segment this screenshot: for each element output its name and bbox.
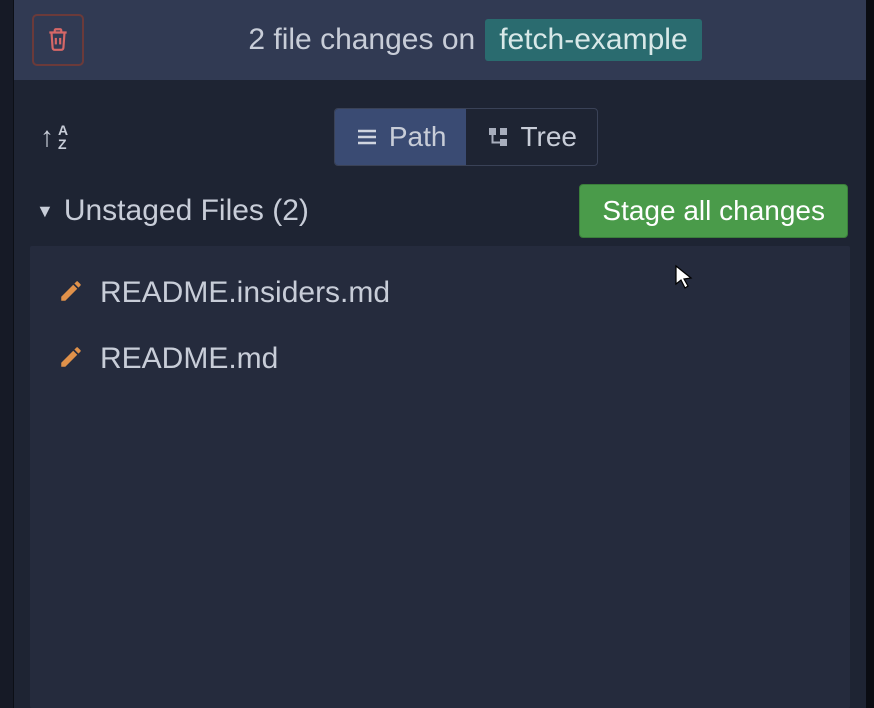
file-row[interactable]: README.insiders.md	[30, 260, 850, 326]
header-title: 2 file changes on fetch-example	[102, 19, 848, 61]
discard-all-button[interactable]	[32, 14, 84, 66]
changes-panel: 2 file changes on fetch-example ↑ A Z	[14, 0, 874, 708]
panel-header: 2 file changes on fetch-example	[14, 0, 866, 80]
sort-z-label: Z	[58, 137, 68, 151]
file-name: README.md	[100, 342, 278, 376]
sort-button[interactable]: ↑ A Z	[32, 115, 76, 159]
chevron-down-icon: ▼	[36, 201, 54, 222]
changes-count-text: 2 file changes on	[248, 23, 475, 57]
left-panel-strip	[0, 0, 14, 708]
pencil-icon	[58, 344, 84, 375]
trash-icon	[45, 25, 71, 56]
unstaged-section-title: Unstaged Files (2)	[64, 194, 309, 228]
file-name: README.insiders.md	[100, 276, 390, 310]
view-mode-toggle: Path Tree	[334, 108, 598, 166]
tree-icon	[486, 125, 510, 149]
view-tree-label: Tree	[520, 121, 577, 153]
pencil-icon	[58, 278, 84, 309]
hamburger-icon	[355, 125, 379, 149]
file-row[interactable]: README.md	[30, 326, 850, 392]
stage-all-button[interactable]: Stage all changes	[579, 184, 848, 238]
sort-arrow-icon: ↑	[40, 121, 54, 153]
unstaged-section-header[interactable]: ▼ Unstaged Files (2) Stage all changes	[14, 180, 866, 240]
view-path-button[interactable]: Path	[335, 109, 467, 165]
sort-a-label: A	[58, 123, 68, 137]
view-path-label: Path	[389, 121, 447, 153]
branch-pill[interactable]: fetch-example	[485, 19, 701, 61]
sort-az-icon: A Z	[58, 123, 68, 151]
view-tree-button[interactable]: Tree	[466, 109, 597, 165]
unstaged-file-list: README.insiders.md README.md	[30, 246, 850, 708]
toolbar: ↑ A Z Path	[14, 80, 866, 180]
